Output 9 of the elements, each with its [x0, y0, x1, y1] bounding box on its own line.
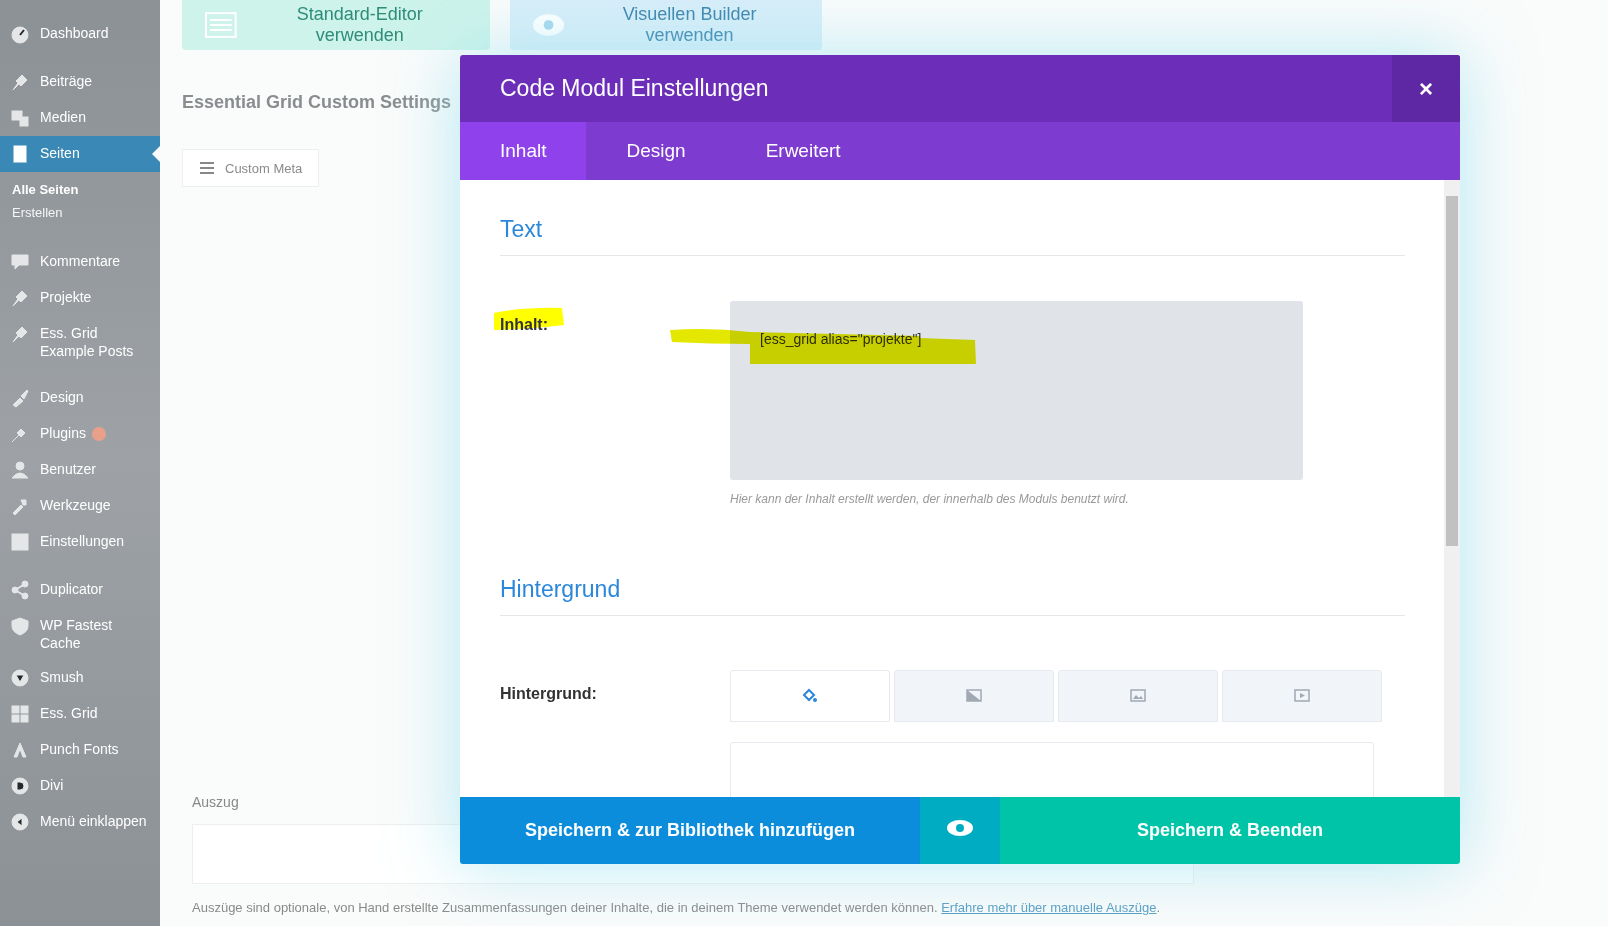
- field-label: Inhalt:: [500, 315, 549, 335]
- section-heading: Essential Grid Custom Settings: [182, 92, 453, 113]
- section-title: Text: [500, 216, 1405, 256]
- excerpt-help: Auszüge sind optionale, von Hand erstellte Zusammenfassungen deiner Inhalte, die in deinem Theme verwendet werden können. Erfahre mehr über manuelle Auszüge.: [192, 900, 1162, 915]
- dialog-title: Code Modul Einstellungen: [500, 75, 770, 102]
- field-label: Hintergrund:: [500, 684, 598, 704]
- section-title: Hintergrund: [500, 576, 1405, 616]
- excerpt-title: Auszug: [192, 794, 240, 810]
- help-text: Hier kann der Inhalt erstellt werden, der innerhalb des Moduls benutzt wird.: [730, 492, 1130, 506]
